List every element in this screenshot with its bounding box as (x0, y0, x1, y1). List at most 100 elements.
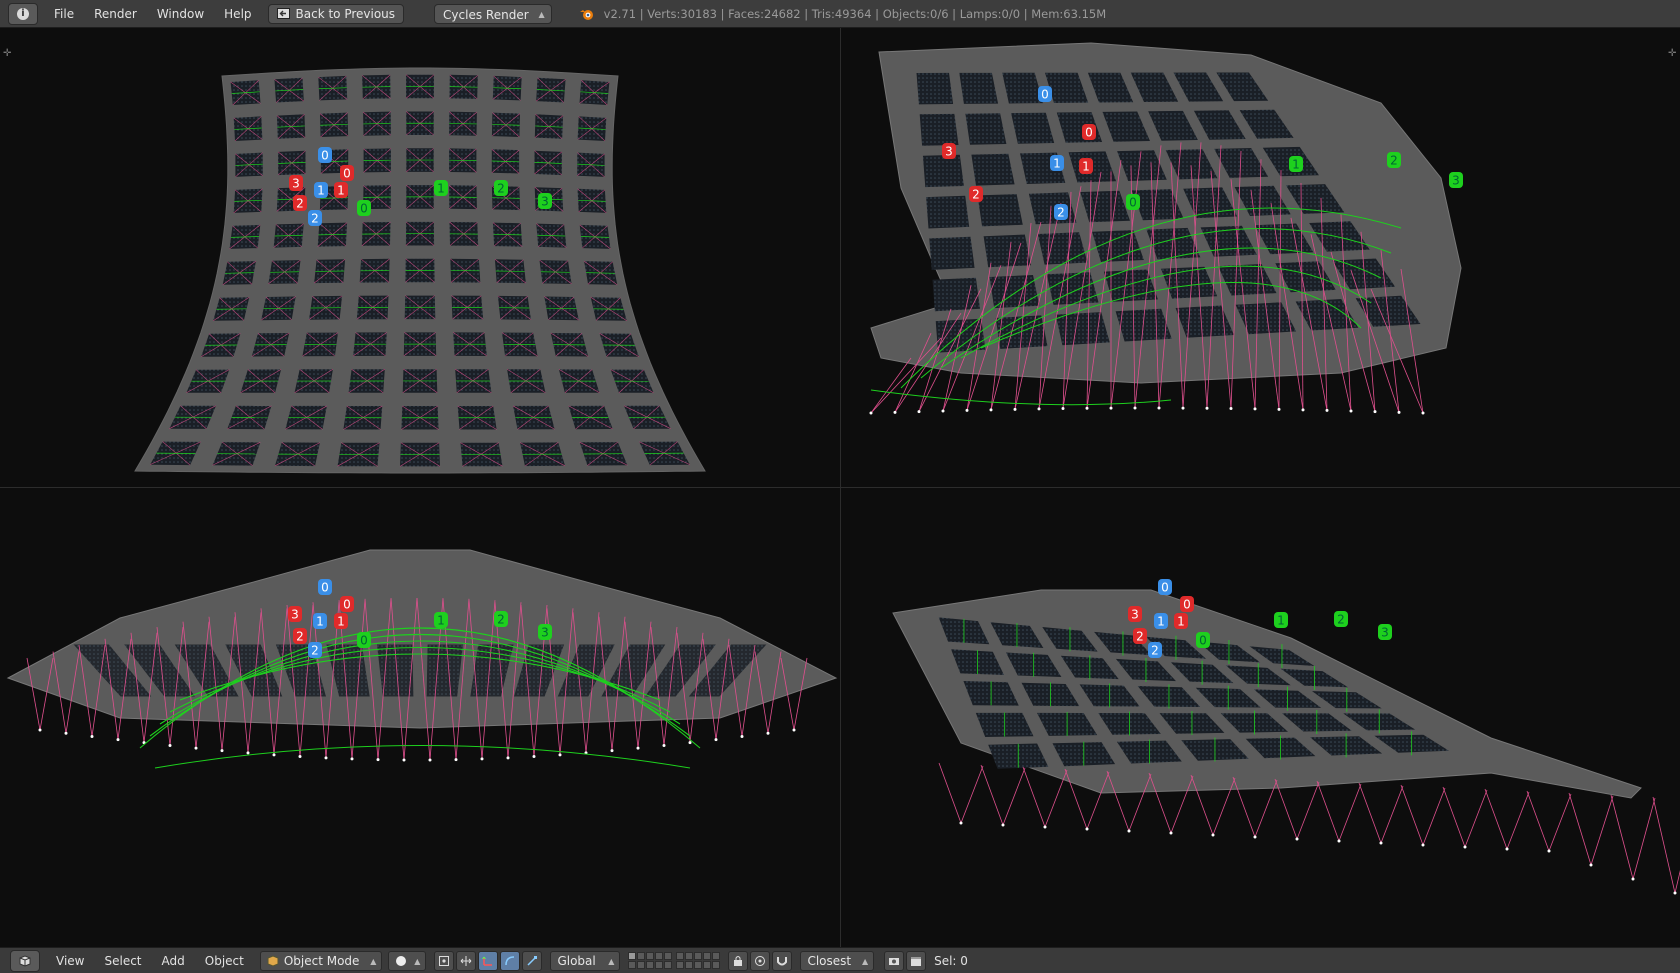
vertex (480, 757, 484, 761)
index-label-blue-2: 2 (308, 642, 322, 658)
truss-edge (1632, 797, 1656, 880)
layer-14[interactable] (655, 961, 664, 969)
mesh-panel (922, 154, 964, 188)
mesh-panel (1028, 192, 1077, 225)
layer-18[interactable] (694, 961, 703, 969)
snap-target-select[interactable]: Closest ▲ (800, 950, 875, 971)
vertex (1421, 843, 1425, 847)
viewport-splitter-horizontal[interactable] (0, 487, 1680, 488)
layer-19[interactable] (703, 961, 712, 969)
layer-17[interactable] (685, 961, 694, 969)
menu-render[interactable]: Render (84, 7, 147, 21)
layer-1[interactable] (628, 952, 637, 960)
layer-3[interactable] (646, 952, 655, 960)
layer-2[interactable] (637, 952, 646, 960)
menu-add[interactable]: Add (152, 954, 195, 968)
index-label-text: 0 (1161, 581, 1169, 595)
render-animation-button[interactable] (906, 950, 927, 971)
editor-type-3dview-button[interactable] (10, 949, 40, 972)
menu-view[interactable]: View (46, 954, 94, 968)
index-label-text: 2 (311, 644, 319, 658)
menu-object[interactable]: Object (195, 954, 254, 968)
pivot-point-button[interactable] (434, 950, 455, 971)
viewport-side-canvas[interactable]: 0123012 01 23 (841, 488, 1680, 947)
vertex (893, 410, 897, 414)
viewport-top[interactable]: 01230120123 (0, 28, 840, 487)
layer-15[interactable] (664, 961, 673, 969)
index-label-text: 1 (337, 615, 345, 629)
index-label-text: 2 (1151, 644, 1159, 658)
rotate-manipulator-button[interactable] (500, 950, 521, 971)
menu-window[interactable]: Window (147, 7, 214, 21)
proportional-edit-icon (755, 955, 766, 966)
vertex (869, 411, 873, 415)
layer-7[interactable] (685, 952, 694, 960)
proportional-editing-button[interactable] (750, 950, 771, 971)
vertex (1373, 410, 1377, 414)
layer-4[interactable] (655, 952, 664, 960)
viewport-perspective-canvas[interactable]: 0 1 2 0 1 3 2 0 1 2 3 (841, 28, 1680, 487)
layer-6[interactable] (676, 952, 685, 960)
menu-help[interactable]: Help (214, 7, 261, 21)
area-split-corner-right[interactable]: ✛ (1668, 48, 1676, 59)
index-label-green-2: 2 (494, 611, 508, 627)
vertex (1349, 409, 1353, 413)
scale-manipulator-button[interactable] (522, 950, 543, 971)
mode-select[interactable]: Object Mode ▲ (259, 950, 383, 971)
menu-file[interactable]: File (44, 7, 84, 21)
layer-buttons-left[interactable] (628, 952, 673, 969)
layer-20[interactable] (712, 961, 721, 969)
index-label-blue-1: 1 (1154, 613, 1168, 629)
render-engine-value: Cycles Render (443, 7, 529, 22)
truss-edge (1442, 786, 1466, 848)
layer-13[interactable] (646, 961, 655, 969)
index-label-red-3: 3 (1128, 606, 1142, 622)
menu-select[interactable]: Select (94, 954, 151, 968)
editor-type-button[interactable]: i (8, 2, 38, 25)
viewport-shading-select[interactable]: ▲ (388, 950, 427, 971)
index-label-red-2: 2 (969, 186, 983, 202)
viewport-top-canvas[interactable]: 0123012 01 23 (0, 28, 840, 487)
transform-orientation-select[interactable]: Global ▲ (550, 950, 621, 971)
layer-8[interactable] (694, 952, 703, 960)
render-engine-select[interactable]: Cycles Render ▲ (434, 3, 552, 24)
index-label-blue-0: 0 (318, 147, 332, 163)
vertex (246, 751, 250, 755)
vertex (1205, 406, 1209, 410)
index-label-text: 3 (541, 195, 549, 209)
index-label-green-2: 2 (1334, 611, 1348, 627)
back-to-previous-button[interactable]: Back to Previous (267, 3, 405, 24)
layer-10[interactable] (712, 952, 721, 960)
pivot-icon (439, 955, 450, 966)
layer-5[interactable] (664, 952, 673, 960)
index-label-text: 1 (437, 614, 445, 628)
truss-edge (1044, 769, 1068, 828)
viewport-perspective[interactable]: 0 1 2 0 1 3 2 0 1 2 3 (841, 28, 1680, 487)
layer-11[interactable] (628, 961, 637, 969)
manipulator-toggle-button[interactable] (456, 950, 477, 971)
index-label-text: 1 (437, 182, 445, 196)
truss-edge (1400, 784, 1424, 846)
viewport-front-canvas[interactable]: 0123012 01 23 (0, 488, 840, 947)
vertex (1133, 406, 1137, 410)
truss-edge (1464, 789, 1488, 848)
layer-9[interactable] (703, 952, 712, 960)
lock-layers-button[interactable] (728, 950, 749, 971)
index-label-text: 0 (360, 202, 368, 216)
truss-edge (1652, 796, 1676, 894)
layer-12[interactable] (637, 961, 646, 969)
index-label-text: 1 (1157, 615, 1165, 629)
layer-16[interactable] (676, 961, 685, 969)
vertex (1181, 406, 1185, 410)
viewport-front[interactable]: 01230120123 (0, 488, 840, 947)
info-header: i File Render Window Help Back to Previo… (0, 0, 1680, 28)
translate-manipulator-button[interactable] (478, 950, 499, 971)
area-split-corner-left[interactable]: ✛ (3, 48, 11, 59)
index-label-text: 1 (1177, 615, 1185, 629)
truss-edge (980, 764, 1004, 826)
snap-toggle-button[interactable] (772, 950, 793, 971)
manipulator-icon (461, 955, 472, 966)
render-opengl-button[interactable] (884, 950, 905, 971)
viewport-side[interactable]: 01230120123 (841, 488, 1680, 947)
layer-buttons-right[interactable] (676, 952, 721, 969)
